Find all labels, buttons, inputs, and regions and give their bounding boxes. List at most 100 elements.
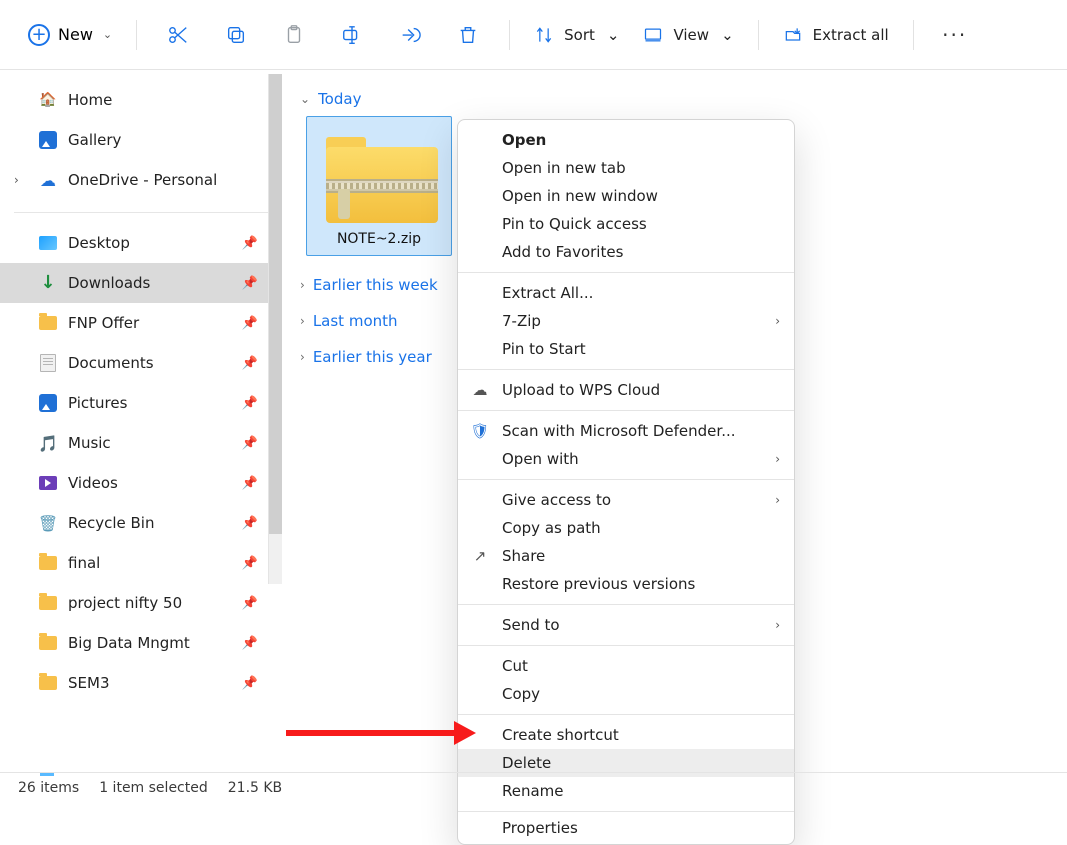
context-menu-send-to[interactable]: Send to› <box>458 611 794 639</box>
view-label: View <box>673 26 709 44</box>
sidebar-item-label: Desktop <box>68 234 130 252</box>
context-menu-pin-quick-access[interactable]: Pin to Quick access <box>458 210 794 238</box>
toolbar-separator <box>913 20 914 50</box>
submenu-arrow-icon: › <box>775 452 780 466</box>
context-menu-pin-to-start[interactable]: Pin to Start <box>458 335 794 363</box>
scissors-icon <box>167 24 189 46</box>
sidebar-item-label: Pictures <box>68 394 127 412</box>
sort-icon <box>534 25 554 45</box>
sidebar-item-big-data-mngmt[interactable]: Big Data Mngmt 📌 <box>0 623 282 663</box>
share-icon: ↗ <box>470 547 490 565</box>
view-button[interactable]: View ⌄ <box>633 19 743 51</box>
extract-all-button[interactable]: Extract all <box>773 19 899 51</box>
sidebar-item-home[interactable]: 🏠 Home <box>0 80 282 120</box>
pin-icon[interactable]: 📌 <box>242 276 258 291</box>
copy-button[interactable] <box>215 14 257 56</box>
pin-icon[interactable]: 📌 <box>242 476 258 491</box>
delete-button[interactable] <box>447 14 489 56</box>
chevron-down-icon: ⌄ <box>103 28 112 41</box>
context-menu-open-new-tab[interactable]: Open in new tab <box>458 154 794 182</box>
plus-circle-icon: + <box>28 24 50 46</box>
toolbar: + New ⌄ Sort ⌄ View ⌄ Extract all ··· <box>0 0 1067 70</box>
sidebar-item-videos[interactable]: Videos 📌 <box>0 463 282 503</box>
chevron-right-icon: › <box>300 278 305 292</box>
pin-icon[interactable]: 📌 <box>242 676 258 691</box>
group-header-today[interactable]: ⌄ Today <box>300 88 1059 110</box>
sidebar-item-gallery[interactable]: Gallery <box>0 120 282 160</box>
context-menu-restore-previous[interactable]: Restore previous versions <box>458 570 794 598</box>
context-menu-separator <box>458 479 794 480</box>
context-menu-open-new-window[interactable]: Open in new window <box>458 182 794 210</box>
context-menu-create-shortcut[interactable]: Create shortcut <box>458 721 794 749</box>
context-menu-cut[interactable]: Cut <box>458 652 794 680</box>
context-menu-properties[interactable]: Properties <box>458 818 794 838</box>
sidebar-item-label: Home <box>68 91 112 109</box>
sidebar-item-sem3[interactable]: SEM3 📌 <box>0 663 282 703</box>
sidebar-item-desktop[interactable]: Desktop 📌 <box>0 223 282 263</box>
context-menu-open-with[interactable]: Open with› <box>458 445 794 473</box>
context-menu-upload-wps[interactable]: ☁Upload to WPS Cloud <box>458 376 794 404</box>
pin-icon[interactable]: 📌 <box>242 596 258 611</box>
pin-icon[interactable]: 📌 <box>242 316 258 331</box>
sidebar-item-documents[interactable]: Documents 📌 <box>0 343 282 383</box>
sidebar-item-music[interactable]: 🎵 Music 📌 <box>0 423 282 463</box>
status-bar: 26 items 1 item selected 21.5 KB <box>0 772 1067 802</box>
file-item-note2-zip[interactable]: NOTE~2.zip <box>306 116 452 256</box>
more-options-button[interactable]: ··· <box>934 14 976 56</box>
pin-icon[interactable]: 📌 <box>242 516 258 531</box>
chevron-down-icon: ⌄ <box>300 92 310 106</box>
context-menu-give-access[interactable]: Give access to› <box>458 486 794 514</box>
sidebar-item-downloads[interactable]: ↓ Downloads 📌 <box>0 263 282 303</box>
share-icon <box>399 24 421 46</box>
rename-button[interactable] <box>331 14 373 56</box>
new-button[interactable]: + New ⌄ <box>18 18 122 52</box>
context-menu-share[interactable]: ↗Share <box>458 542 794 570</box>
chevron-right-icon[interactable]: › <box>14 173 19 187</box>
pin-icon[interactable]: 📌 <box>242 356 258 371</box>
pin-icon[interactable]: 📌 <box>242 556 258 571</box>
status-selected-count: 1 item selected <box>99 780 208 796</box>
context-menu-separator <box>458 714 794 715</box>
group-header-label: Earlier this year <box>313 348 432 366</box>
paste-button[interactable] <box>273 14 315 56</box>
sidebar-item-label: Music <box>68 434 111 452</box>
toolbar-separator <box>136 20 137 50</box>
chevron-right-icon: › <box>300 314 305 328</box>
sidebar-scrollbar-thumb[interactable] <box>269 74 282 534</box>
context-menu-scan-defender[interactable]: 🛡Scan with Microsoft Defender... <box>458 417 794 445</box>
folder-icon <box>39 316 57 330</box>
context-menu-7zip[interactable]: 7-Zip› <box>458 307 794 335</box>
sidebar-item-fnp-offer[interactable]: FNP Offer 📌 <box>0 303 282 343</box>
context-menu-open[interactable]: Open <box>458 126 794 154</box>
group-header-label: Earlier this week <box>313 276 438 294</box>
context-menu: Open Open in new tab Open in new window … <box>457 119 795 845</box>
context-menu-copy-as-path[interactable]: Copy as path <box>458 514 794 542</box>
submenu-arrow-icon: › <box>775 493 780 507</box>
chevron-down-icon: ⌄ <box>607 26 620 44</box>
sidebar-item-final[interactable]: final 📌 <box>0 543 282 583</box>
context-menu-extract-all[interactable]: Extract All... <box>458 279 794 307</box>
sidebar-item-onedrive[interactable]: › ☁ OneDrive - Personal <box>0 160 282 200</box>
sidebar-item-recycle-bin[interactable]: 🗑 Recycle Bin 📌 <box>0 503 282 543</box>
sort-button[interactable]: Sort ⌄ <box>524 19 629 51</box>
context-menu-separator <box>458 645 794 646</box>
sidebar-item-label: SEM3 <box>68 674 109 692</box>
sidebar-scrollbar[interactable] <box>268 74 282 584</box>
cut-button[interactable] <box>157 14 199 56</box>
toolbar-separator <box>509 20 510 50</box>
pin-icon[interactable]: 📌 <box>242 636 258 651</box>
sidebar-item-label: Big Data Mngmt <box>68 634 190 652</box>
pin-icon[interactable]: 📌 <box>242 236 258 251</box>
sidebar-item-project-nifty-50[interactable]: project nifty 50 📌 <box>0 583 282 623</box>
sidebar-item-pictures[interactable]: Pictures 📌 <box>0 383 282 423</box>
pin-icon[interactable]: 📌 <box>242 396 258 411</box>
context-menu-add-favorites[interactable]: Add to Favorites <box>458 238 794 266</box>
download-icon: ↓ <box>38 273 58 293</box>
pin-icon[interactable]: 📌 <box>242 436 258 451</box>
sidebar-item-label: project nifty 50 <box>68 594 182 612</box>
share-button[interactable] <box>389 14 431 56</box>
sidebar-item-label: Downloads <box>68 274 150 292</box>
context-menu-separator <box>458 604 794 605</box>
context-menu-copy[interactable]: Copy <box>458 680 794 708</box>
onedrive-icon: ☁ <box>38 170 58 190</box>
